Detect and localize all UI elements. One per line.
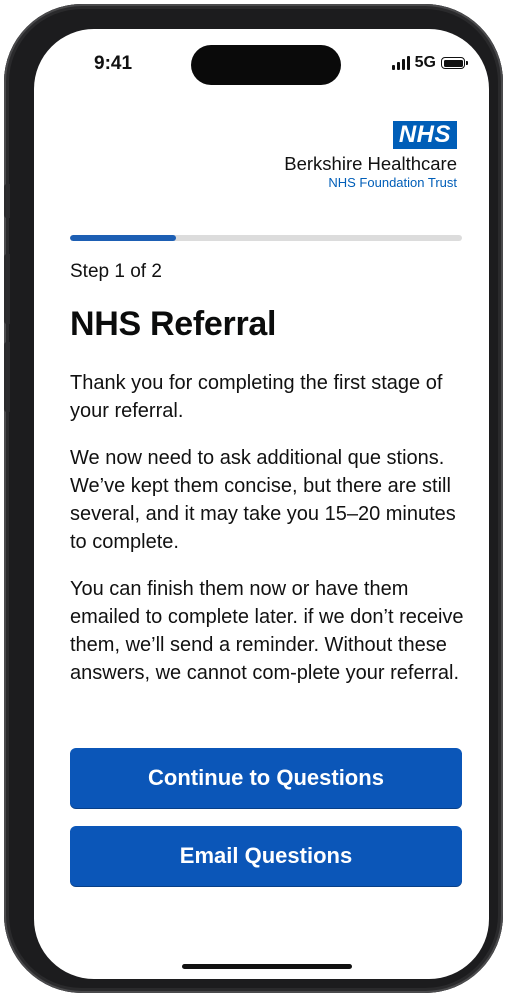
org-logo: NHS Berkshire Healthcare NHS Foundation … [284, 121, 457, 191]
phone-frame: 9:41 5G NHS Berkshire Healthcare NHS Fou… [4, 4, 503, 993]
home-indicator[interactable] [182, 964, 352, 969]
progress-bar [70, 235, 462, 241]
volume-down-button [4, 342, 10, 412]
continue-to-questions-button[interactable]: Continue to Questions [70, 748, 462, 808]
status-indicators: 5G [391, 54, 468, 72]
volume-up-button [4, 254, 10, 324]
screen: 9:41 5G NHS Berkshire Healthcare NHS Fou… [34, 29, 489, 979]
page-title: NHS Referral [70, 305, 277, 343]
dynamic-island [191, 45, 341, 85]
email-questions-button[interactable]: Email Questions [70, 826, 462, 886]
mute-switch [4, 184, 10, 218]
org-name: Berkshire Healthcare [284, 153, 457, 174]
nhs-logo: NHS [392, 121, 457, 149]
options-paragraph: You can finish them now or have them ema… [70, 578, 464, 684]
signal-icon [391, 56, 410, 70]
org-subtitle: NHS Foundation Trust [328, 175, 457, 190]
intro-paragraph: Thank you for completing the first stage… [70, 372, 443, 422]
status-time: 9:41 [94, 53, 133, 74]
progress-bar-fill [70, 235, 176, 241]
step-indicator: Step 1 of 2 [70, 261, 162, 282]
questions-paragraph: We now need to ask additional que stions… [70, 447, 456, 553]
network-label: 5G [414, 54, 436, 71]
battery-icon [441, 57, 468, 69]
